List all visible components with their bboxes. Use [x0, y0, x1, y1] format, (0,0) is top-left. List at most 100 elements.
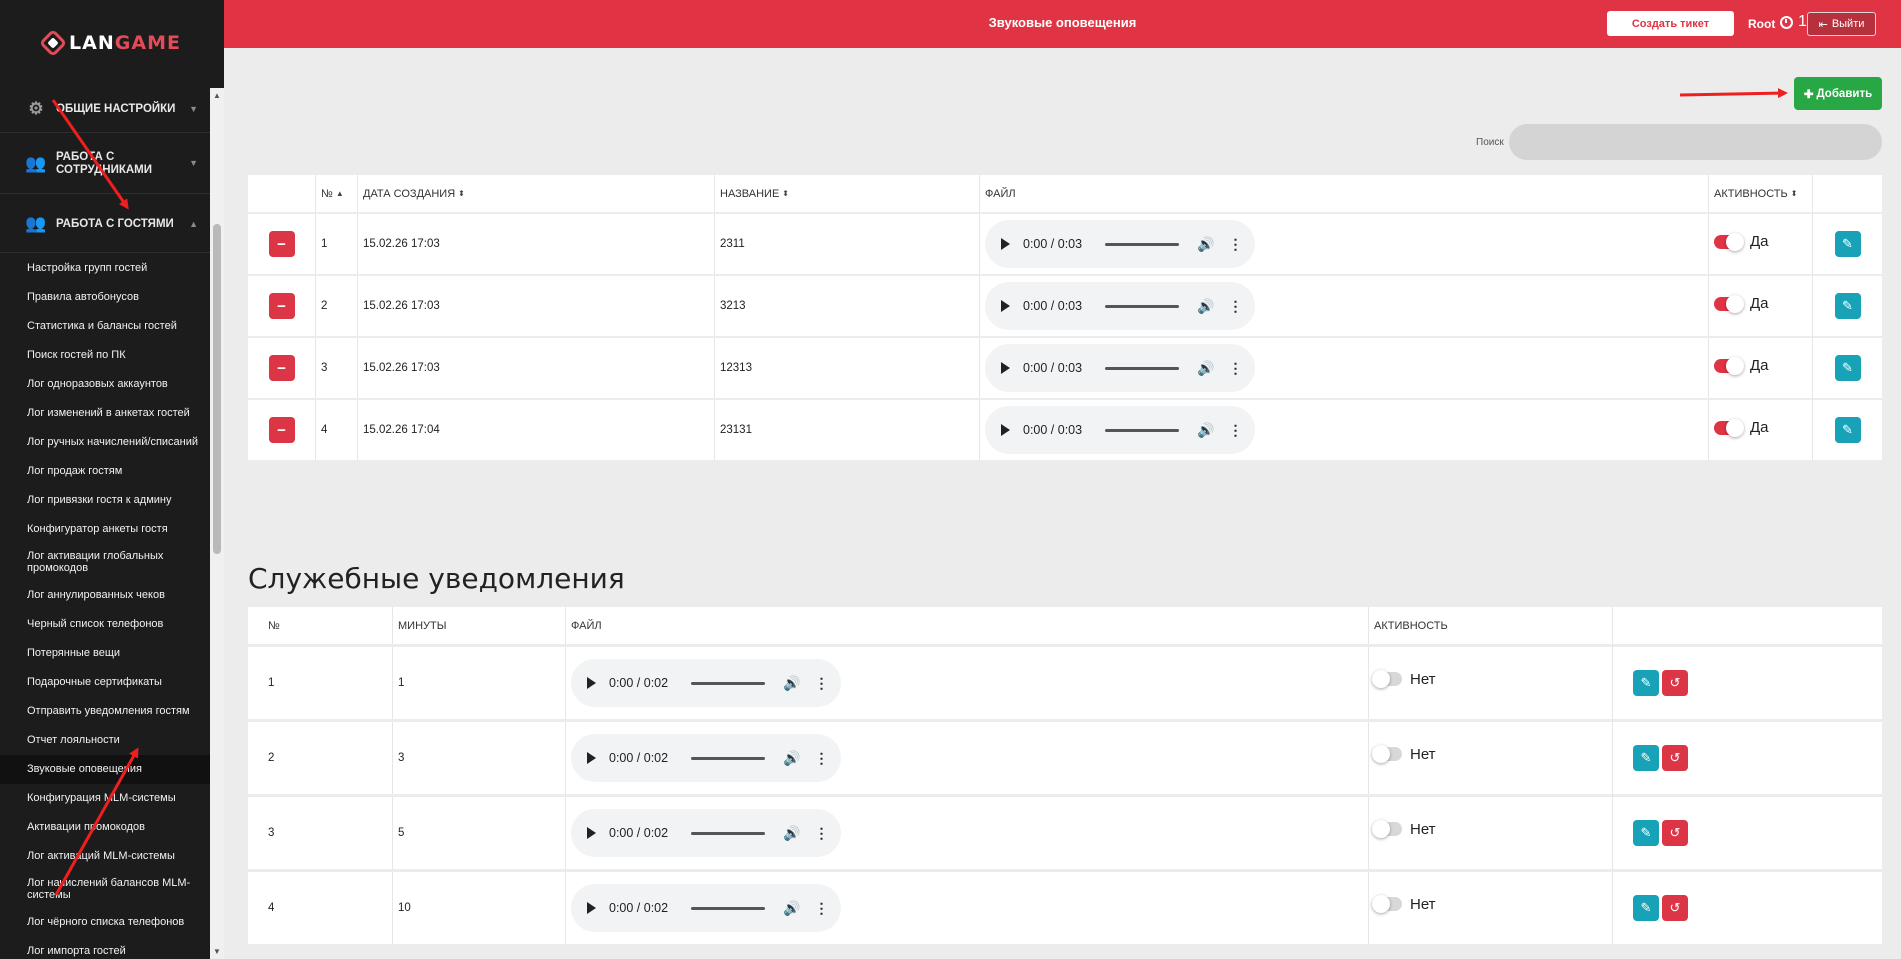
active-toggle[interactable]	[1714, 418, 1744, 437]
sidebar-item[interactable]: Лог импорта гостей	[0, 937, 210, 959]
logout-button[interactable]: ⇤ Выйти	[1807, 12, 1876, 36]
more-options-icon[interactable]: ⋮	[1228, 422, 1242, 439]
delete-button[interactable]: −	[268, 293, 295, 319]
audio-progress[interactable]	[1105, 428, 1179, 432]
sidebar-item[interactable]: Лог одноразовых аккаунтов	[0, 370, 210, 399]
volume-icon[interactable]: 🔊	[783, 750, 800, 767]
play-icon[interactable]	[587, 677, 596, 689]
active-toggle[interactable]	[1714, 232, 1744, 251]
sidebar-section-guests[interactable]: 👥 Работа с гостями ▲	[0, 195, 210, 253]
volume-icon[interactable]: 🔊	[783, 675, 800, 692]
sidebar-item[interactable]: Лог привязки гостя к админу	[0, 486, 210, 515]
volume-icon[interactable]: 🔊	[783, 900, 800, 917]
add-button[interactable]: ✚ Добавить	[1794, 77, 1882, 110]
volume-icon[interactable]: 🔊	[1197, 422, 1214, 439]
sidebar-item[interactable]: Статистика и балансы гостей	[0, 312, 210, 341]
volume-icon[interactable]: 🔊	[783, 825, 800, 842]
reset-button[interactable]: ↺	[1662, 820, 1688, 846]
sidebar-item[interactable]: Отправить уведомления гостям	[0, 697, 210, 726]
active-toggle[interactable]	[1372, 670, 1402, 688]
active-toggle[interactable]	[1372, 820, 1402, 838]
search-input[interactable]	[1509, 124, 1882, 160]
sidebar-item[interactable]: Лог аннулированных чеков	[0, 581, 210, 610]
reset-button[interactable]: ↺	[1662, 670, 1688, 696]
sidebar-item[interactable]: Черный список телефонов	[0, 610, 210, 639]
sidebar-item[interactable]: Лог продаж гостям	[0, 457, 210, 486]
audio-progress[interactable]	[1105, 366, 1179, 370]
scroll-down-icon[interactable]: ▼	[213, 947, 221, 956]
sidebar-item[interactable]: Лог чёрного списка телефонов	[0, 908, 210, 937]
sidebar-scrollbar[interactable]: ▲ ▼	[210, 88, 224, 959]
active-toggle[interactable]	[1714, 294, 1744, 313]
col-created-header[interactable]: Дата создания ⬍	[358, 175, 715, 212]
audio-player[interactable]: 0:00 / 0:03 🔊 ⋮	[985, 282, 1255, 330]
audio-progress[interactable]	[1105, 242, 1179, 246]
sidebar-item[interactable]: Отчет лояльности	[0, 726, 210, 755]
edit-button[interactable]: ✎	[1633, 745, 1659, 771]
play-icon[interactable]	[1001, 424, 1010, 436]
active-toggle[interactable]	[1372, 745, 1402, 763]
play-icon[interactable]	[587, 902, 596, 914]
play-icon[interactable]	[587, 752, 596, 764]
more-options-icon[interactable]: ⋮	[1228, 298, 1242, 315]
audio-player[interactable]: 0:00 / 0:02 🔊 ⋮	[571, 884, 841, 932]
more-options-icon[interactable]: ⋮	[814, 825, 828, 842]
sidebar-item[interactable]: Потерянные вещи	[0, 639, 210, 668]
col-num-header[interactable]: № ▲	[316, 175, 358, 212]
more-options-icon[interactable]: ⋮	[814, 900, 828, 917]
audio-progress[interactable]	[691, 906, 765, 910]
audio-progress[interactable]	[691, 756, 765, 760]
edit-button[interactable]: ✎	[1834, 231, 1861, 257]
audio-player[interactable]: 0:00 / 0:03 🔊 ⋮	[985, 406, 1255, 454]
more-options-icon[interactable]: ⋮	[1228, 360, 1242, 377]
audio-player[interactable]: 0:00 / 0:02 🔊 ⋮	[571, 659, 841, 707]
more-options-icon[interactable]: ⋮	[814, 750, 828, 767]
audio-progress[interactable]	[1105, 304, 1179, 308]
reset-button[interactable]: ↺	[1662, 745, 1688, 771]
sidebar-section-staff[interactable]: 👥 Работа с сотрудниками ▼	[0, 134, 210, 194]
edit-button[interactable]: ✎	[1633, 895, 1659, 921]
more-options-icon[interactable]: ⋮	[814, 675, 828, 692]
sidebar-item[interactable]: Лог активаций MLM-системы	[0, 842, 210, 871]
edit-button[interactable]: ✎	[1834, 355, 1861, 381]
scroll-up-icon[interactable]: ▲	[213, 91, 221, 100]
play-icon[interactable]	[1001, 238, 1010, 250]
volume-icon[interactable]: 🔊	[1197, 360, 1214, 377]
volume-icon[interactable]: 🔊	[1197, 298, 1214, 315]
sidebar-item[interactable]: Правила автобонусов	[0, 283, 210, 312]
delete-button[interactable]: −	[268, 355, 295, 381]
sidebar-item[interactable]: Лог активации глобальных промокодов	[0, 544, 210, 581]
sidebar-item[interactable]: Звуковые оповещения	[0, 755, 210, 784]
sidebar-item[interactable]: Конфигуратор анкеты гостя	[0, 515, 210, 544]
sidebar-item[interactable]: Лог ручных начислений/списаний	[0, 428, 210, 457]
audio-player[interactable]: 0:00 / 0:02 🔊 ⋮	[571, 809, 841, 857]
audio-player[interactable]: 0:00 / 0:02 🔊 ⋮	[571, 734, 841, 782]
brand-logo[interactable]: LANGAME	[0, 0, 224, 85]
audio-player[interactable]: 0:00 / 0:03 🔊 ⋮	[985, 220, 1255, 268]
play-icon[interactable]	[1001, 300, 1010, 312]
create-ticket-button[interactable]: Создать тикет	[1607, 11, 1734, 36]
edit-button[interactable]: ✎	[1633, 820, 1659, 846]
edit-button[interactable]: ✎	[1834, 417, 1861, 443]
sidebar-item[interactable]: Подарочные сертификаты	[0, 668, 210, 697]
col-name-header[interactable]: Название ⬍	[715, 175, 980, 212]
sidebar-item[interactable]: Поиск гостей по ПК	[0, 341, 210, 370]
sidebar-item[interactable]: Лог изменений в анкетах гостей	[0, 399, 210, 428]
play-icon[interactable]	[1001, 362, 1010, 374]
more-options-icon[interactable]: ⋮	[1228, 236, 1242, 253]
audio-progress[interactable]	[691, 681, 765, 685]
sidebar-item[interactable]: Лог начислений балансов MLM-системы	[0, 871, 210, 908]
sidebar-section-general[interactable]: ⚙ Общие настройки ▼	[0, 85, 210, 133]
audio-progress[interactable]	[691, 831, 765, 835]
active-toggle[interactable]	[1372, 895, 1402, 913]
sidebar-item[interactable]: Активации промокодов	[0, 813, 210, 842]
scrollbar-thumb[interactable]	[213, 224, 221, 554]
active-toggle[interactable]	[1714, 356, 1744, 375]
sidebar-item[interactable]: Настройка групп гостей	[0, 254, 210, 283]
col-active-header[interactable]: Активность ⬍	[1709, 175, 1813, 212]
sidebar-item[interactable]: Конфигурация MLM-системы	[0, 784, 210, 813]
volume-icon[interactable]: 🔊	[1197, 236, 1214, 253]
audio-player[interactable]: 0:00 / 0:03 🔊 ⋮	[985, 344, 1255, 392]
delete-button[interactable]: −	[268, 231, 295, 257]
reset-button[interactable]: ↺	[1662, 895, 1688, 921]
